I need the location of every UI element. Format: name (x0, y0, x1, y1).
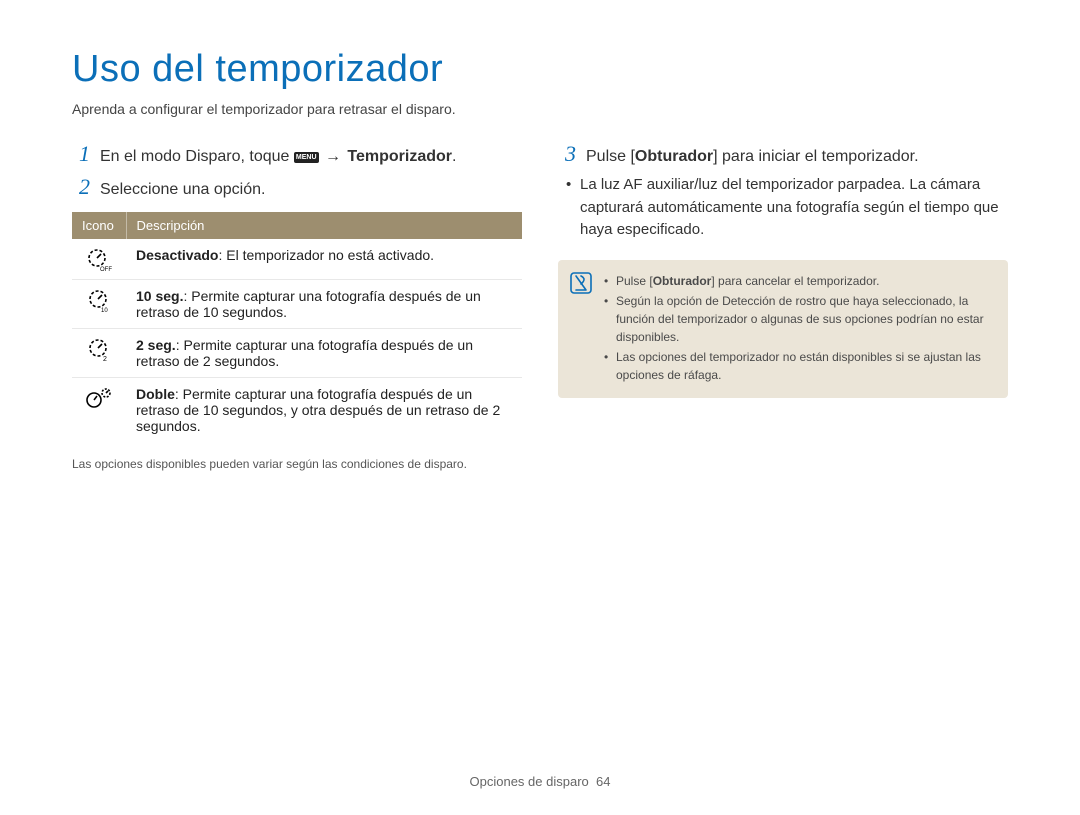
step-number: 2 (72, 174, 90, 200)
cell-desc: 2 seg.: Permite capturar una fotografía … (126, 328, 522, 377)
row-label: 10 seg. (136, 288, 183, 304)
left-column: 1 En el modo Disparo, toque MENU → Tempo… (72, 141, 522, 473)
step3-bullets: La luz AF auxiliar/luz del temporizador … (558, 174, 1008, 242)
n1b: Obturador (653, 274, 712, 288)
page: Uso del temporizador Aprenda a configura… (0, 0, 1080, 815)
row-text: : Permite capturar una fotografía despué… (136, 337, 473, 369)
th-icono: Icono (72, 212, 126, 239)
step1-target: Temporizador (347, 148, 452, 165)
step-text: Pulse [Obturador] para iniciar el tempor… (586, 146, 919, 168)
row-label: Desactivado (136, 247, 218, 263)
timer-2s-icon: 2 (72, 328, 126, 377)
page-footer: Opciones de disparo 64 (0, 774, 1080, 789)
row-label: Doble (136, 386, 175, 402)
row-text: : El temporizador no está activado. (218, 247, 434, 263)
row-label: 2 seg. (136, 337, 176, 353)
s3b: Obturador (635, 148, 713, 165)
content-columns: 1 En el modo Disparo, toque MENU → Tempo… (72, 141, 1008, 473)
step1-end: . (452, 148, 456, 165)
timer-10s-icon: 10 (72, 279, 126, 328)
table-row: 10 10 seg.: Permite capturar una fotogra… (72, 279, 522, 328)
note-item: Las opciones del temporizador no están d… (604, 348, 994, 384)
row-text: : Permite capturar una fotografía despué… (136, 288, 481, 320)
info-icon (570, 272, 592, 299)
step-text: En el modo Disparo, toque MENU → Tempori… (100, 146, 456, 168)
page-subtitle: Aprenda a configurar el temporizador par… (72, 101, 1008, 117)
menu-icon: MENU (294, 152, 319, 163)
bullet-item: La luz AF auxiliar/luz del temporizador … (558, 174, 1008, 242)
n1a: Pulse [ (616, 274, 653, 288)
cell-desc: Doble: Permite capturar una fotografía d… (126, 377, 522, 442)
n1c: ] para cancelar el temporizador. (711, 274, 879, 288)
th-descripcion: Descripción (126, 212, 522, 239)
svg-text:2: 2 (103, 356, 107, 361)
table-row: 2 2 seg.: Permite capturar una fotografí… (72, 328, 522, 377)
table-footnote: Las opciones disponibles pueden variar s… (72, 456, 522, 473)
svg-text:10: 10 (101, 308, 108, 312)
step-number: 3 (558, 141, 576, 167)
note-box: Pulse [Obturador] para cancelar el tempo… (558, 260, 1008, 398)
s3a: Pulse [ (586, 148, 635, 165)
s3c: ] para iniciar el temporizador. (713, 148, 918, 165)
footer-page: 64 (596, 774, 610, 789)
footer-section: Opciones de disparo (470, 774, 589, 789)
note-item: Pulse [Obturador] para cancelar el tempo… (604, 272, 994, 290)
step1-pre: En el modo Disparo, toque (100, 148, 294, 165)
note-item: Según la opción de Detección de rostro q… (604, 292, 994, 346)
timer-double-icon (72, 377, 126, 442)
svg-text:OFF: OFF (100, 267, 112, 271)
timer-off-icon: OFF (72, 239, 126, 280)
cell-desc: Desactivado: El temporizador no está act… (126, 239, 522, 280)
step-1: 1 En el modo Disparo, toque MENU → Tempo… (72, 141, 522, 168)
step-text: Seleccione una opción. (100, 179, 265, 201)
note-list: Pulse [Obturador] para cancelar el tempo… (604, 272, 994, 386)
right-column: 3 Pulse [Obturador] para iniciar el temp… (558, 141, 1008, 473)
table-row: Doble: Permite capturar una fotografía d… (72, 377, 522, 442)
options-table: Icono Descripción OFF Desactivado: El te… (72, 212, 522, 442)
table-row: OFF Desactivado: El temporizador no está… (72, 239, 522, 280)
step-number: 1 (72, 141, 90, 167)
step-2: 2 Seleccione una opción. (72, 174, 522, 201)
cell-desc: 10 seg.: Permite capturar una fotografía… (126, 279, 522, 328)
arrow-icon: → (323, 148, 343, 165)
row-text: : Permite capturar una fotografía despué… (136, 386, 500, 434)
step-3: 3 Pulse [Obturador] para iniciar el temp… (558, 141, 1008, 168)
page-title: Uso del temporizador (72, 48, 1008, 91)
